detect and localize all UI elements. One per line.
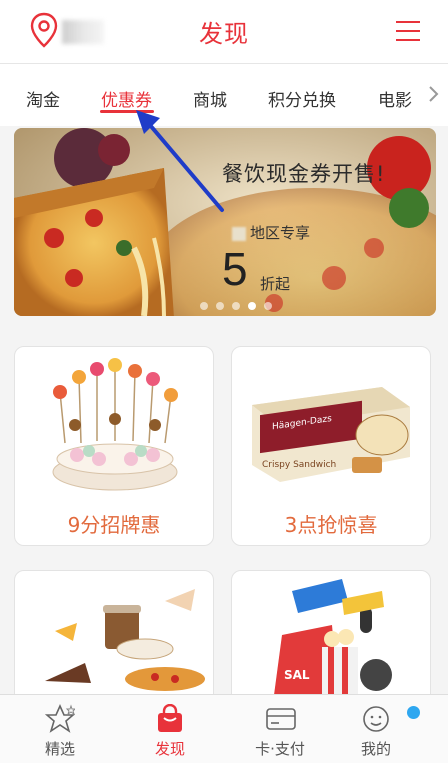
category-tabs: 淘金 优惠券 商城 积分兑换 电影 (0, 64, 448, 126)
menu-icon[interactable] (394, 18, 422, 44)
tab-taojin[interactable]: 淘金 (26, 86, 60, 111)
nav-mine[interactable]: 我的 (320, 695, 432, 763)
tab-movies[interactable]: 电影 (378, 86, 412, 111)
card-label: 9分招牌惠 (67, 513, 161, 537)
nav-discover[interactable]: 发现 (114, 695, 226, 763)
promo-card-shopping[interactable]: SAL (231, 570, 431, 710)
banner-title: 餐饮现金券开售! (222, 162, 386, 186)
card-label: 3点抢惊喜 (284, 513, 378, 537)
dessert-cake-image (52, 358, 178, 491)
tab-points-exchange[interactable]: 积分兑换 (268, 86, 336, 111)
tab-coupons[interactable]: 优惠券 (101, 86, 152, 111)
svg-text:Crispy Sandwich: Crispy Sandwich (262, 460, 336, 470)
ice-cream-box-image: Häagen-Dazs Crispy Sandwich (252, 387, 410, 482)
star-icon (45, 704, 75, 733)
bag-icon (158, 704, 182, 732)
banner-discount-suffix: 折起 (260, 275, 291, 293)
user-icon (363, 706, 389, 732)
coffee-pizza-image (45, 589, 205, 691)
svg-text:SAL: SAL (284, 668, 310, 682)
carousel-dot[interactable] (232, 302, 240, 310)
banner-subtitle: 地区专享 (232, 222, 310, 243)
notification-dot (407, 706, 420, 719)
chevron-right-icon[interactable] (424, 82, 444, 106)
nav-label: 精选 (44, 740, 75, 758)
carousel-dot[interactable] (216, 302, 224, 310)
promo-banner[interactable]: 餐饮现金券开售! 地区专享 5 折起 (14, 128, 436, 316)
active-tab-indicator (100, 110, 154, 113)
bottom-navigation: 精选 发现 卡·支付 我的 (0, 694, 448, 763)
promo-card-icecream[interactable]: Häagen-Dazs Crispy Sandwich 3点抢惊喜 (231, 346, 431, 546)
tab-mall[interactable]: 商城 (193, 86, 227, 111)
promo-card-coffee[interactable] (14, 570, 214, 710)
carousel-dot[interactable] (264, 302, 272, 310)
card-icon (266, 708, 296, 730)
top-bar: 发现 (0, 0, 448, 64)
carousel-indicator (200, 302, 272, 310)
nav-featured[interactable]: 精选 (4, 695, 116, 763)
shopping-popcorn-image: SAL (274, 579, 392, 695)
promo-card-dessert[interactable]: 9分招牌惠 (14, 346, 214, 546)
nav-label: 我的 (360, 740, 391, 758)
carousel-dot[interactable] (200, 302, 208, 310)
carousel-dot[interactable] (248, 302, 256, 310)
banner-discount-number: 5 (222, 243, 248, 295)
page-title: 发现 (199, 20, 249, 48)
nav-label: 发现 (154, 740, 185, 758)
